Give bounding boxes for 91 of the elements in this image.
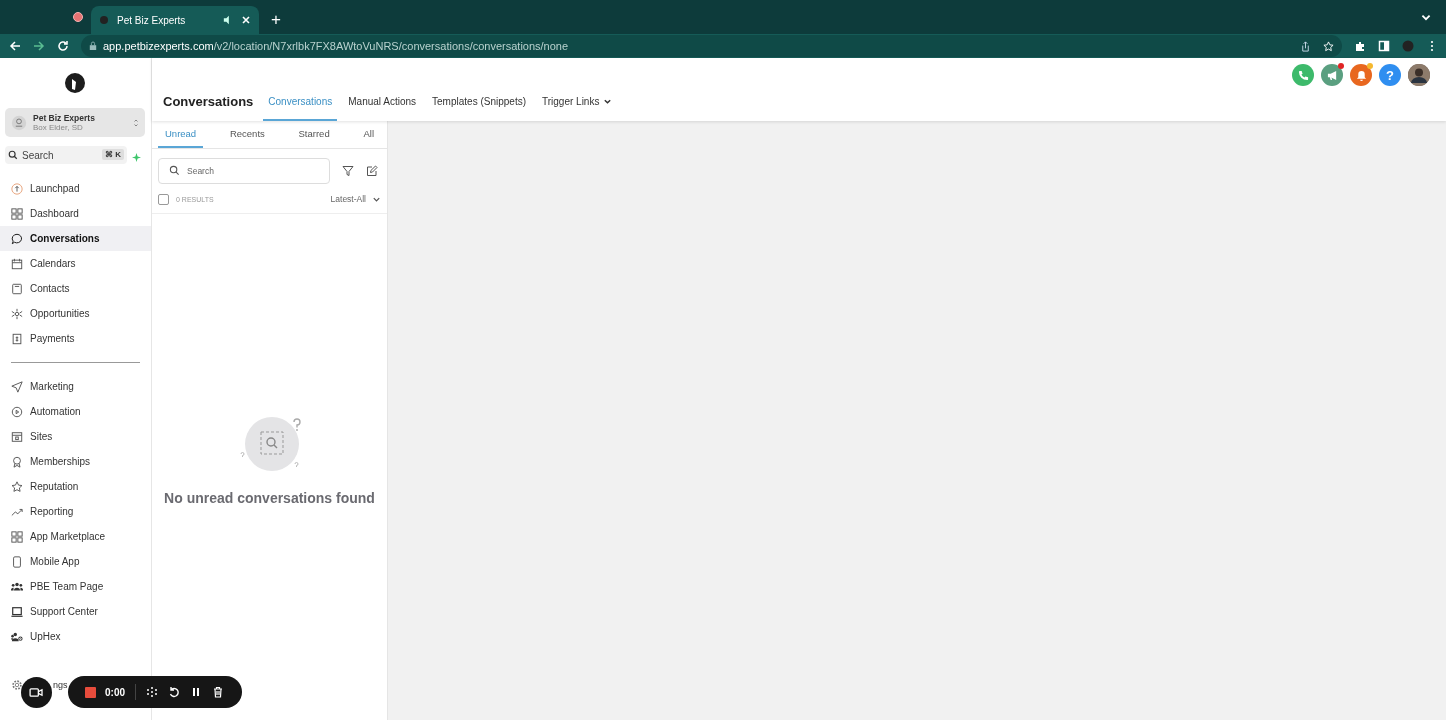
account-switcher[interactable]: Pet Biz Experts Box Elder, SD bbox=[5, 108, 145, 137]
play-circle-icon bbox=[11, 405, 23, 418]
nav-item[interactable]: Calendars bbox=[0, 251, 151, 276]
page-title: Conversations bbox=[163, 94, 254, 109]
address-bar[interactable]: app.petbizexperts.com/v2/location/N7xrlbk7FX8AWtoVuNRS/conversations/conversations/none bbox=[81, 35, 1342, 57]
pause-icon[interactable] bbox=[190, 686, 202, 698]
close-icon[interactable] bbox=[241, 15, 251, 25]
grid-icon bbox=[11, 207, 23, 220]
filter-tab[interactable]: Unread bbox=[158, 121, 204, 148]
nav-item[interactable]: Reporting bbox=[0, 499, 151, 524]
share-icon[interactable] bbox=[1300, 40, 1311, 52]
select-all-checkbox[interactable] bbox=[158, 193, 169, 205]
empty-state-message: No unread conversations found bbox=[164, 490, 375, 506]
nav-item[interactable]: Contacts bbox=[0, 276, 151, 301]
megaphone-icon bbox=[1326, 69, 1338, 81]
avatar-icon bbox=[1408, 64, 1430, 86]
filter-tab[interactable]: All bbox=[356, 121, 381, 148]
header-tab[interactable]: Manual Actions bbox=[343, 86, 422, 121]
header-tab[interactable]: Conversations bbox=[263, 86, 338, 121]
nav-item[interactable]: Conversations bbox=[0, 226, 151, 251]
puzzle-icon[interactable] bbox=[1354, 40, 1366, 52]
recording-time: 0:00 bbox=[105, 686, 125, 698]
recording-icon bbox=[73, 12, 83, 22]
sort-dropdown[interactable]: Latest-All bbox=[330, 194, 387, 204]
filter-tab[interactable]: Recents bbox=[222, 121, 272, 148]
nav-item[interactable]: UpHex bbox=[0, 624, 151, 649]
network-icon bbox=[11, 307, 23, 320]
tab-title: Pet Biz Experts bbox=[117, 14, 187, 26]
people-gear-icon bbox=[11, 630, 23, 643]
header-tab[interactable]: Templates (Snippets) bbox=[427, 86, 531, 121]
award-icon bbox=[11, 455, 23, 468]
stop-button[interactable] bbox=[85, 686, 96, 698]
nav-item[interactable]: App Marketplace bbox=[0, 524, 151, 549]
filter-tab[interactable]: Starred bbox=[291, 121, 337, 148]
phone-device-icon bbox=[11, 555, 23, 568]
gear-icon[interactable] bbox=[11, 679, 23, 691]
browser-tab[interactable]: Pet Biz Experts bbox=[91, 6, 259, 34]
forward-arrow-icon[interactable] bbox=[33, 40, 45, 52]
bell-button[interactable] bbox=[1350, 64, 1372, 86]
camera-button[interactable] bbox=[21, 677, 52, 708]
video-camera-icon bbox=[29, 687, 44, 698]
nav-item[interactable]: Opportunities bbox=[0, 301, 151, 326]
receipt-icon bbox=[11, 332, 23, 345]
send-icon bbox=[11, 380, 23, 393]
search-field[interactable]: Search bbox=[158, 158, 330, 184]
bell-icon bbox=[1355, 69, 1367, 81]
rocket-icon bbox=[11, 182, 23, 195]
sidebar-panel-icon[interactable] bbox=[1378, 40, 1390, 52]
account-name: Pet Biz Experts bbox=[33, 113, 96, 123]
compose-icon[interactable] bbox=[366, 165, 378, 177]
location-icon bbox=[11, 114, 27, 131]
nav-item[interactable]: Launchpad bbox=[0, 176, 151, 201]
search-icon bbox=[8, 150, 18, 160]
back-arrow-icon[interactable] bbox=[9, 40, 21, 52]
calendar-icon bbox=[11, 257, 23, 270]
search-icon bbox=[169, 165, 180, 176]
contact-card-icon bbox=[11, 282, 23, 295]
browser-window-icon bbox=[11, 430, 23, 443]
shortcut-badge: ⌘ K bbox=[102, 149, 124, 160]
nav-item[interactable]: PBE Team Page bbox=[0, 574, 151, 599]
nav-item[interactable]: Marketing bbox=[0, 374, 151, 399]
updown-caret-icon bbox=[133, 117, 139, 128]
phone-icon bbox=[1297, 69, 1309, 81]
nav-item[interactable]: Sites bbox=[0, 424, 151, 449]
nav-item-label[interactable]: ngs bbox=[53, 680, 68, 690]
notification-dot bbox=[1338, 63, 1344, 69]
star-icon[interactable] bbox=[1323, 40, 1334, 52]
chat-bubble-icon bbox=[11, 232, 23, 245]
nav-item[interactable]: Mobile App bbox=[0, 549, 151, 574]
lock-icon bbox=[89, 41, 97, 51]
laptop-icon bbox=[11, 605, 23, 618]
star-icon bbox=[11, 480, 23, 493]
new-tab-button[interactable]: + bbox=[271, 10, 281, 30]
trash-icon[interactable] bbox=[212, 686, 224, 698]
nav-item[interactable]: Memberships bbox=[0, 449, 151, 474]
nav-item[interactable]: Automation bbox=[0, 399, 151, 424]
grid-icon bbox=[11, 530, 23, 543]
nav-item[interactable]: Support Center bbox=[0, 599, 151, 624]
account-location: Box Elder, SD bbox=[33, 123, 84, 132]
header-tab[interactable]: Trigger Links bbox=[537, 86, 618, 121]
restart-icon[interactable] bbox=[168, 686, 180, 698]
people-icon bbox=[11, 580, 23, 593]
avatar-button[interactable] bbox=[1408, 64, 1430, 86]
nav-item[interactable]: Reputation bbox=[0, 474, 151, 499]
grid-dots-icon[interactable] bbox=[146, 686, 158, 698]
nav-item[interactable]: Payments bbox=[0, 326, 151, 351]
reload-icon[interactable] bbox=[57, 40, 69, 52]
nav-item[interactable]: Dashboard bbox=[0, 201, 151, 226]
megaphone-button[interactable] bbox=[1321, 64, 1343, 86]
notification-dot bbox=[1367, 63, 1373, 69]
filter-icon[interactable] bbox=[342, 165, 354, 177]
